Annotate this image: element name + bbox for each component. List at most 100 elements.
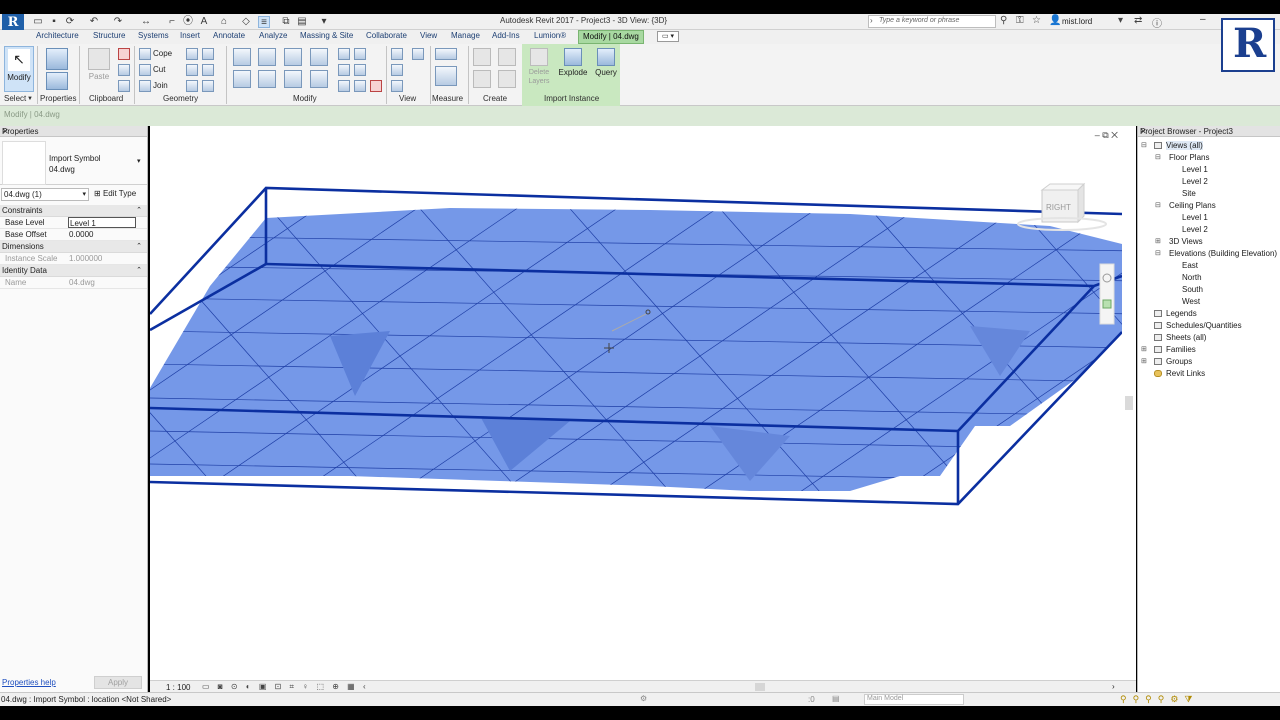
measure-between-icon[interactable] bbox=[435, 48, 457, 60]
tab-systems[interactable]: Systems bbox=[138, 31, 169, 40]
instance-filter-select[interactable]: 04.dwg (1) ▾ bbox=[1, 188, 89, 201]
section-icon[interactable]: ◇ bbox=[240, 16, 252, 28]
split-face-icon[interactable] bbox=[202, 48, 214, 60]
expand-icon[interactable]: ⊞ bbox=[1155, 237, 1161, 245]
tree-item-schedules[interactable]: Schedules/Quantities bbox=[1166, 321, 1242, 330]
tab-architecture[interactable]: Architecture bbox=[36, 31, 79, 40]
group-identity-data[interactable]: Identity Data ⌃ bbox=[0, 265, 147, 277]
cut-to-clipboard-icon[interactable] bbox=[118, 48, 130, 60]
copy-to-clipboard-icon[interactable] bbox=[118, 64, 130, 76]
wall-joins-icon[interactable] bbox=[186, 48, 198, 60]
tree-item-level-2[interactable]: Level 2 bbox=[1182, 177, 1208, 186]
unjoin-icon[interactable] bbox=[186, 80, 198, 92]
tab-view[interactable]: View bbox=[420, 31, 437, 40]
expand-icon[interactable]: ⊞ bbox=[1141, 345, 1147, 353]
text-icon[interactable]: A bbox=[198, 16, 210, 28]
cope-label[interactable]: Cope bbox=[153, 49, 172, 58]
tab-lumion[interactable]: Lumion® bbox=[534, 31, 566, 40]
search-expand-icon[interactable]: › bbox=[870, 16, 873, 25]
edit-type-button[interactable]: ⊞ Edit Type bbox=[94, 189, 136, 198]
type-selector[interactable]: Import Symbol 04.dwg ▾ bbox=[0, 139, 147, 185]
align-icon[interactable] bbox=[233, 48, 251, 66]
move-icon[interactable] bbox=[233, 70, 251, 88]
user-icon[interactable]: 👤 bbox=[1049, 15, 1061, 26]
user-dropdown-icon[interactable]: ▾ bbox=[1118, 15, 1123, 26]
tab-structure[interactable]: Structure bbox=[93, 31, 125, 40]
3d-view-icon[interactable]: ⌂ bbox=[218, 16, 230, 28]
tab-collaborate[interactable]: Collaborate bbox=[366, 31, 407, 40]
vertical-scrollbar[interactable] bbox=[1122, 126, 1136, 680]
save-icon[interactable]: ▪ bbox=[48, 16, 60, 28]
sync-icon[interactable]: ⟳ bbox=[64, 16, 76, 28]
modify-button[interactable]: ↖ Modify bbox=[4, 46, 34, 92]
user-name[interactable]: mist.lord bbox=[1062, 17, 1092, 26]
viewcube[interactable]: RIGHT bbox=[1017, 182, 1107, 231]
copy-icon[interactable] bbox=[258, 70, 276, 88]
switch-windows-icon[interactable]: ▤ bbox=[296, 16, 308, 28]
subscription-icon[interactable]: ⚿ bbox=[1016, 15, 1024, 26]
search-input[interactable]: › Type a keyword or phrase bbox=[868, 15, 996, 28]
tab-massing-site[interactable]: Massing & Site bbox=[300, 31, 353, 40]
array-icon[interactable] bbox=[338, 64, 350, 76]
override-graphics-icon[interactable] bbox=[391, 64, 403, 76]
group-constraints[interactable]: Constraints ⌃ bbox=[0, 205, 147, 217]
offset-icon[interactable] bbox=[258, 48, 276, 66]
scale-icon[interactable] bbox=[354, 64, 366, 76]
create-group-icon[interactable] bbox=[473, 70, 491, 88]
linework-icon[interactable] bbox=[412, 48, 424, 60]
thin-lines-icon[interactable]: ≡ bbox=[258, 16, 270, 28]
tab-manage[interactable]: Manage bbox=[451, 31, 480, 40]
minimize-button[interactable]: – bbox=[1200, 14, 1206, 25]
navigation-bar[interactable] bbox=[1099, 263, 1115, 325]
tree-item-west[interactable]: West bbox=[1182, 297, 1200, 306]
tree-item-north[interactable]: North bbox=[1182, 273, 1202, 282]
ribbon-minimize-toggle[interactable]: ▭ ▾ bbox=[657, 31, 679, 42]
create-assembly-icon[interactable] bbox=[473, 48, 491, 66]
selection-box-icon[interactable] bbox=[391, 80, 403, 92]
group-dimensions[interactable]: Dimensions ⌃ bbox=[0, 241, 147, 253]
trim-extend-icon[interactable] bbox=[310, 70, 328, 88]
tree-item-3d-views[interactable]: 3D Views bbox=[1169, 237, 1203, 246]
active-workset-select[interactable]: Main Model bbox=[864, 694, 964, 705]
redo-icon[interactable]: ↷ bbox=[112, 16, 124, 28]
tree-item-site[interactable]: Site bbox=[1182, 189, 1196, 198]
hide-in-view-icon[interactable] bbox=[391, 48, 403, 60]
undo-icon[interactable]: ↶ bbox=[88, 16, 100, 28]
tab-modify-dwg[interactable]: Modify | 04.dwg bbox=[578, 30, 644, 44]
collapse-icon[interactable]: ⊟ bbox=[1155, 201, 1161, 209]
tree-item-ceiling-level-2[interactable]: Level 2 bbox=[1182, 225, 1208, 234]
expand-icon[interactable]: ⊞ bbox=[1141, 357, 1147, 365]
vertical-scroll-thumb[interactable] bbox=[1125, 396, 1133, 410]
tree-item-families[interactable]: Families bbox=[1166, 345, 1196, 354]
favorites-star-icon[interactable]: ☆ bbox=[1032, 15, 1041, 26]
tree-item-floor-plans[interactable]: Floor Plans bbox=[1169, 153, 1209, 162]
base-offset-field[interactable]: 0.0000 bbox=[68, 229, 136, 240]
chevron-down-icon[interactable]: ▾ bbox=[137, 157, 141, 165]
3d-view-canvas[interactable]: – ⧉ ✕ RIGHT bbox=[150, 126, 1136, 680]
delete-layers-button[interactable]: Delete Layers bbox=[525, 46, 553, 92]
scroll-right-icon[interactable]: › bbox=[1112, 682, 1115, 691]
tree-item-groups[interactable]: Groups bbox=[1166, 357, 1192, 366]
close-views-icon[interactable]: ⧉ bbox=[280, 16, 292, 28]
view-scale[interactable]: 1 : 100 bbox=[166, 683, 190, 692]
tab-analyze[interactable]: Analyze bbox=[259, 31, 287, 40]
tree-item-legends[interactable]: Legends bbox=[1166, 309, 1197, 318]
mirror-pick-axis-icon[interactable] bbox=[284, 48, 302, 66]
base-level-field[interactable]: Level 1 bbox=[68, 217, 136, 228]
mirror-draw-axis-icon[interactable] bbox=[310, 48, 328, 66]
design-options-icon[interactable]: ▤ bbox=[832, 694, 840, 703]
tree-item-level-1[interactable]: Level 1 bbox=[1182, 165, 1208, 174]
split-element-icon[interactable] bbox=[338, 48, 350, 60]
view-control-icons[interactable]: ▭ ◙ ⊙ ◐ ▣ ⊡ ⌗ ♀ ⬚ ⊕ ▦ ‹ bbox=[202, 682, 369, 692]
apply-button[interactable]: Apply bbox=[94, 676, 142, 689]
customize-qat-icon[interactable]: ▾ bbox=[318, 16, 330, 28]
measure-icon[interactable]: ↔ bbox=[140, 16, 152, 28]
match-type-icon[interactable] bbox=[118, 80, 130, 92]
paste-button[interactable]: Paste bbox=[84, 46, 114, 92]
properties-button[interactable] bbox=[42, 46, 72, 92]
tree-item-revit-links[interactable]: Revit Links bbox=[1166, 369, 1205, 378]
cut-geometry-icon[interactable] bbox=[139, 64, 151, 76]
remove-paint-icon[interactable] bbox=[202, 80, 214, 92]
delete-icon[interactable] bbox=[370, 80, 382, 92]
tree-item-views-all[interactable]: Views (all) bbox=[1166, 141, 1203, 150]
